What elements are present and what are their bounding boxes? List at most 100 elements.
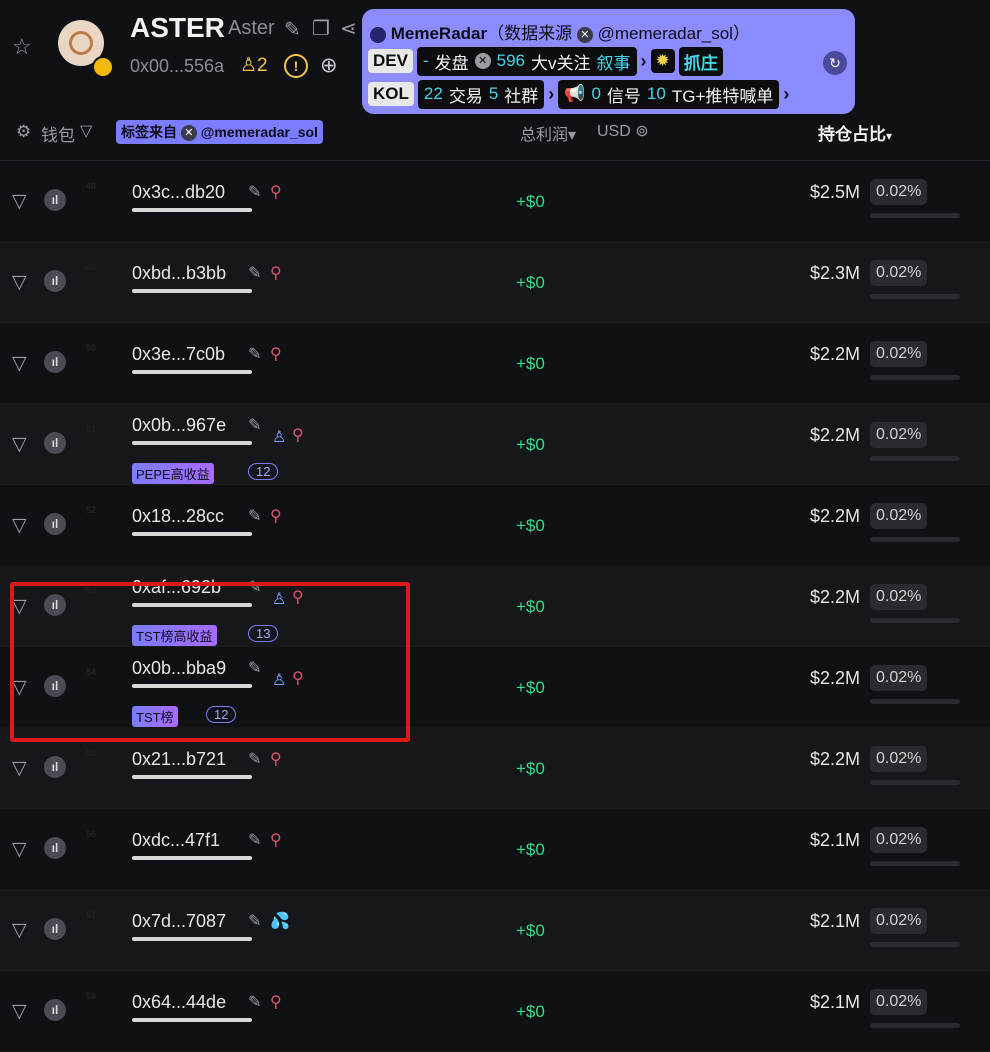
table-row[interactable]: ▽ ıl 52 0x18...28cc ✎ ⚲ +$0 $2.2M 0.02%	[0, 484, 990, 566]
chevron-right-icon[interactable]: ›	[548, 84, 554, 105]
edit-pencil-icon[interactable]: ✎	[248, 830, 261, 850]
holding-percent: 0.02%	[870, 341, 928, 367]
fish-icon: ⚲	[270, 184, 282, 201]
popup-source-handle[interactable]: @memeradar_sol）	[598, 24, 750, 43]
table-row[interactable]: ▽ ıl 48 0x3c...db20 ✎ ⚲ +$0 $2.5M 0.02%	[0, 160, 990, 242]
filter-icon[interactable]: ▽	[12, 757, 27, 780]
chart-icon[interactable]: ıl	[44, 999, 66, 1021]
filter-icon[interactable]: ▽	[80, 121, 92, 141]
edit-pencil-icon[interactable]: ✎	[248, 182, 261, 202]
favorite-star-icon[interactable]: ☆	[12, 36, 34, 58]
token-logo	[58, 20, 114, 78]
filter-icon[interactable]: ▽	[12, 919, 27, 942]
filter-icon[interactable]: ▽	[12, 352, 27, 375]
chart-icon[interactable]: ıl	[44, 756, 66, 778]
edit-pencil-icon[interactable]: ✎	[248, 344, 261, 364]
chart-icon[interactable]: ıl	[44, 432, 66, 454]
chart-icon[interactable]: ıl	[44, 513, 66, 535]
signal-label: 信号	[606, 86, 641, 106]
globe-icon[interactable]: ⊕	[320, 53, 338, 78]
chart-icon[interactable]: ıl	[44, 918, 66, 940]
dev-launch-label: 发盘	[434, 53, 469, 73]
profit-column-header[interactable]: 总利润▾	[520, 121, 576, 145]
holding-progress-bar	[870, 375, 960, 380]
edit-pencil-icon[interactable]: ✎	[248, 263, 261, 283]
wallet-address[interactable]: 0xbd...b3bb	[132, 263, 226, 284]
avatar[interactable]: 49	[83, 261, 121, 299]
table-row[interactable]: ▽ ıl 57 0x7d...7087 ✎ 💦 +$0 $2.1M 0.02%	[0, 889, 990, 971]
avatar[interactable]: 55	[83, 747, 121, 785]
edit-pencil-icon[interactable]: ✎	[248, 749, 261, 769]
holding-value: $2.2M	[810, 425, 861, 445]
wallet-address[interactable]: 0x0b...967e	[132, 415, 226, 436]
filter-icon[interactable]: ▽	[12, 190, 27, 213]
fish-icon: ⚲	[270, 751, 282, 768]
catch-dealer-button[interactable]: 抓庄	[678, 46, 723, 76]
kol-trade-count: 22	[423, 84, 443, 103]
edit-pencil-icon[interactable]: ✎	[248, 506, 261, 526]
edit-pencil-icon[interactable]: ✎	[248, 415, 261, 435]
avatar[interactable]: 52	[83, 504, 121, 542]
warning-icon[interactable]: !	[284, 54, 308, 78]
rank-badge: 55	[86, 748, 97, 758]
filter-icon[interactable]: ▽	[12, 1000, 27, 1023]
wallet-address[interactable]: 0x3e...7c0b	[132, 344, 225, 365]
dev-stats[interactable]: - 发盘 ✕ 596 大v关注 叙事	[416, 46, 637, 76]
wallet-progress-bar	[132, 289, 252, 293]
wallet-address[interactable]: 0xdc...47f1	[132, 830, 220, 851]
holding-progress-bar	[870, 456, 960, 461]
avatar[interactable]: 48	[83, 180, 121, 218]
edit-pencil-icon[interactable]: ✎	[248, 911, 261, 931]
filter-icon[interactable]: ▽	[12, 838, 27, 861]
avatar[interactable]: 57	[83, 909, 121, 947]
rank-badge: 57	[86, 910, 97, 920]
wallet-address[interactable]: 0x64...44de	[132, 992, 226, 1013]
tag-source-badge[interactable]: 标签来自 ✕ @memeradar_sol	[116, 120, 323, 144]
table-row[interactable]: ▽ ıl 56 0xdc...47f1 ✎ ⚲ +$0 $2.1M 0.02%	[0, 808, 990, 890]
wallet-tag[interactable]: PEPE高收益	[132, 463, 214, 484]
holding-column-header[interactable]: 持仓占比▾	[818, 120, 892, 145]
holders-count[interactable]: ♙2	[240, 54, 268, 77]
avatar[interactable]: 50	[83, 342, 121, 380]
lightbulb-icon[interactable]: ✹	[650, 49, 675, 73]
chart-icon[interactable]: ıl	[44, 837, 66, 859]
wallet-address[interactable]: 0x7d...7087	[132, 911, 226, 932]
chart-icon[interactable]: ıl	[44, 351, 66, 373]
table-row[interactable]: ▽ ıl 51 0x0b...967e ✎ ♙ ⚲ PEPE高收益 12 +$0 $2.2M 0.02…	[0, 403, 990, 485]
chart-icon[interactable]: ıl	[44, 270, 66, 292]
x-logo-icon: ✕	[474, 53, 491, 69]
avatar[interactable]: 58	[83, 990, 121, 1028]
currency-toggle[interactable]: USD ⊚	[597, 121, 649, 141]
filter-icon[interactable]: ▽	[12, 514, 27, 537]
chart-icon[interactable]: ıl	[44, 189, 66, 211]
rank-badge: 58	[86, 991, 97, 1001]
table-row[interactable]: ▽ ıl 50 0x3e...7c0b ✎ ⚲ +$0 $2.2M 0.02%	[0, 322, 990, 404]
wallet-address[interactable]: 0x3c...db20	[132, 182, 225, 203]
filter-icon[interactable]: ▽	[12, 271, 27, 294]
chevron-right-icon[interactable]: ›	[783, 84, 789, 105]
signal-stats[interactable]: 📢 0 信号 10 TG+推特喊单	[558, 79, 780, 109]
table-row[interactable]: ▽ ıl 49 0xbd...b3bb ✎ ⚲ +$0 $2.3M 0.02%	[0, 241, 990, 323]
holding-value: $2.2M	[810, 749, 861, 769]
copy-icon[interactable]: ❐	[312, 16, 330, 41]
avatar[interactable]: 51	[83, 423, 121, 461]
filter-icon[interactable]: ▽	[12, 433, 27, 456]
chevron-right-icon[interactable]: ›	[641, 51, 647, 72]
edit-pencil-icon[interactable]: ✎	[248, 992, 261, 1012]
holding-value: $2.5M	[810, 182, 861, 202]
wallet-progress-bar	[132, 937, 252, 941]
avatar[interactable]: 56	[83, 828, 121, 866]
rank-badge: 52	[86, 505, 97, 515]
table-row[interactable]: ▽ ıl 58 0x64...44de ✎ ⚲ +$0 $2.1M 0.02%	[0, 970, 990, 1052]
holding-percent: 0.02%	[870, 179, 928, 205]
wallet-address[interactable]: 0x18...28cc	[132, 506, 224, 527]
edit-pencil-icon[interactable]: ✎	[284, 17, 301, 42]
token-address[interactable]: 0x00...556a	[130, 56, 224, 77]
share-icon[interactable]: ⋖	[340, 16, 357, 41]
wallet-address[interactable]: 0x21...b721	[132, 749, 226, 770]
dev-tag: DEV	[368, 49, 413, 73]
kol-stats[interactable]: 22 交易 5 社群	[417, 79, 545, 109]
gear-icon[interactable]: ⚙	[16, 122, 31, 142]
memeradar-logo-icon	[370, 26, 386, 43]
refresh-icon[interactable]: ↻	[823, 51, 847, 75]
